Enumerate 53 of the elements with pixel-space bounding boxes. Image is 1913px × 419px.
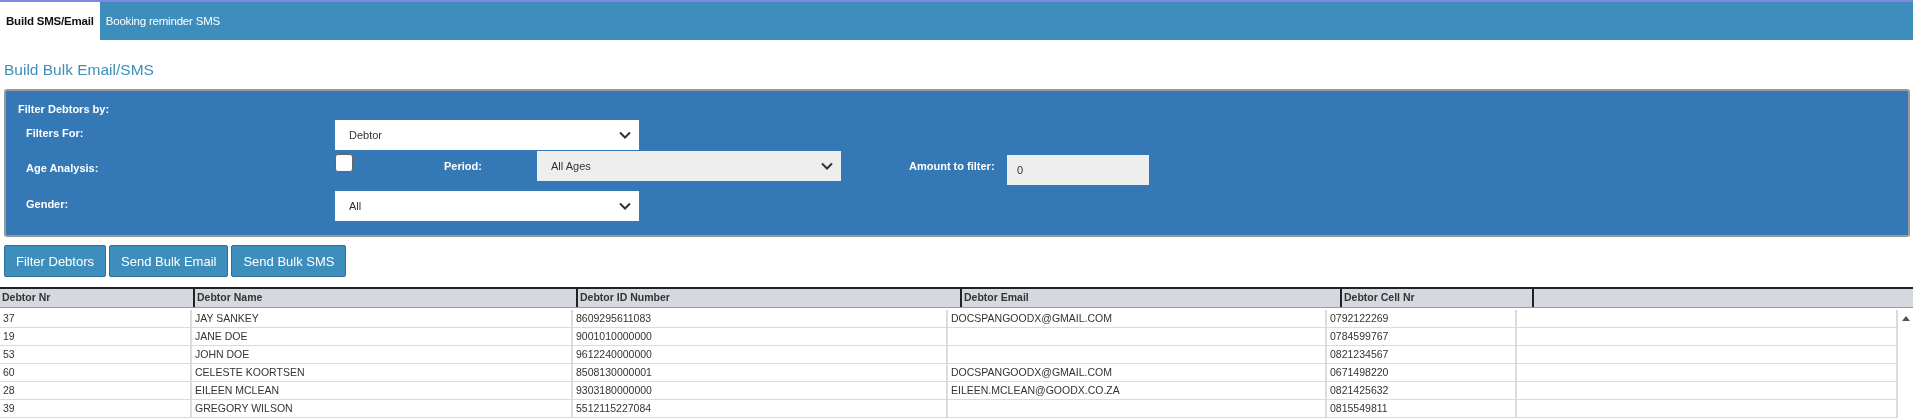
table-cell: 0815549811 xyxy=(1330,402,1388,414)
amount-input[interactable]: 0 xyxy=(1007,155,1149,185)
table-cell: 9612240000000 xyxy=(576,348,652,360)
table-cell: 0671498220 xyxy=(1330,366,1389,378)
tab[interactable]: Booking reminder SMS xyxy=(99,2,226,40)
table-cell: 8609295611083 xyxy=(576,312,652,324)
field-label: Gender: xyxy=(25,197,70,210)
column-header[interactable]: Debtor Name xyxy=(193,289,576,307)
action-button[interactable]: Send Bulk SMS xyxy=(231,245,347,277)
table-cell: 37 xyxy=(3,312,15,324)
table-cell: JAY SANKEY xyxy=(195,312,259,324)
table-cell: EILEEN.MCLEAN@GOODX.CO.ZA xyxy=(951,384,1120,396)
action-button[interactable]: Send Bulk Email xyxy=(109,245,229,277)
table-cell: DOCSPANGOODX@GMAIL.COM xyxy=(951,312,1112,324)
field-label: Period: xyxy=(444,159,483,172)
select-field[interactable]: Debtor xyxy=(335,120,639,150)
column-header[interactable]: Debtor ID Number xyxy=(576,289,960,307)
table-cell: 0792122269 xyxy=(1330,312,1389,324)
table-cell: 9001010000000 xyxy=(576,330,652,342)
field-label: Amount to filter: xyxy=(909,159,996,172)
column-header[interactable]: Debtor Email xyxy=(960,289,1340,307)
chevron-down-icon xyxy=(821,162,833,170)
column-header[interactable]: Debtor Cell Nr xyxy=(1340,289,1532,307)
table-cell: 39 xyxy=(3,402,15,414)
table-cell: DOCSPANGOODX@GMAIL.COM xyxy=(951,366,1112,378)
checkbox[interactable] xyxy=(335,154,353,172)
table-cell: 0821425632 xyxy=(1330,384,1389,396)
page-title: Build Bulk Email/SMS xyxy=(4,61,155,80)
table-cell: 60 xyxy=(3,366,15,378)
select-field[interactable]: All xyxy=(335,191,639,221)
table-cell: 0821234567 xyxy=(1330,348,1389,360)
table-cell: 9303180000000 xyxy=(576,384,652,396)
action-button[interactable]: Filter Debtors xyxy=(4,245,107,277)
scroll-up-icon[interactable] xyxy=(1901,316,1910,321)
table-cell: JANE DOE xyxy=(195,330,248,342)
table-cell: 0784599767 xyxy=(1330,330,1389,342)
table-cell: GREGORY WILSON xyxy=(195,402,293,414)
table-cell: CELESTE KOORTSEN xyxy=(195,366,305,378)
table-cell: 8508130000001 xyxy=(576,366,652,378)
table-cell: 19 xyxy=(3,330,15,342)
tab[interactable]: Build SMS/Email xyxy=(0,2,100,40)
select-field[interactable]: All Ages xyxy=(537,151,841,181)
table-cell: 28 xyxy=(3,384,15,396)
field-label: Filters For: xyxy=(25,126,85,139)
chevron-down-icon xyxy=(619,202,631,210)
field-label: Age Analysis: xyxy=(25,161,100,174)
panel-title: Filter Debtors by: xyxy=(18,103,111,117)
column-header[interactable]: Debtor Nr xyxy=(0,289,193,307)
chevron-down-icon xyxy=(619,131,631,139)
table-cell: JOHN DOE xyxy=(195,348,250,360)
table-cell: EILEEN MCLEAN xyxy=(195,384,280,396)
table-cell: 53 xyxy=(3,348,15,360)
table-cell: 5512115227084 xyxy=(576,402,652,414)
